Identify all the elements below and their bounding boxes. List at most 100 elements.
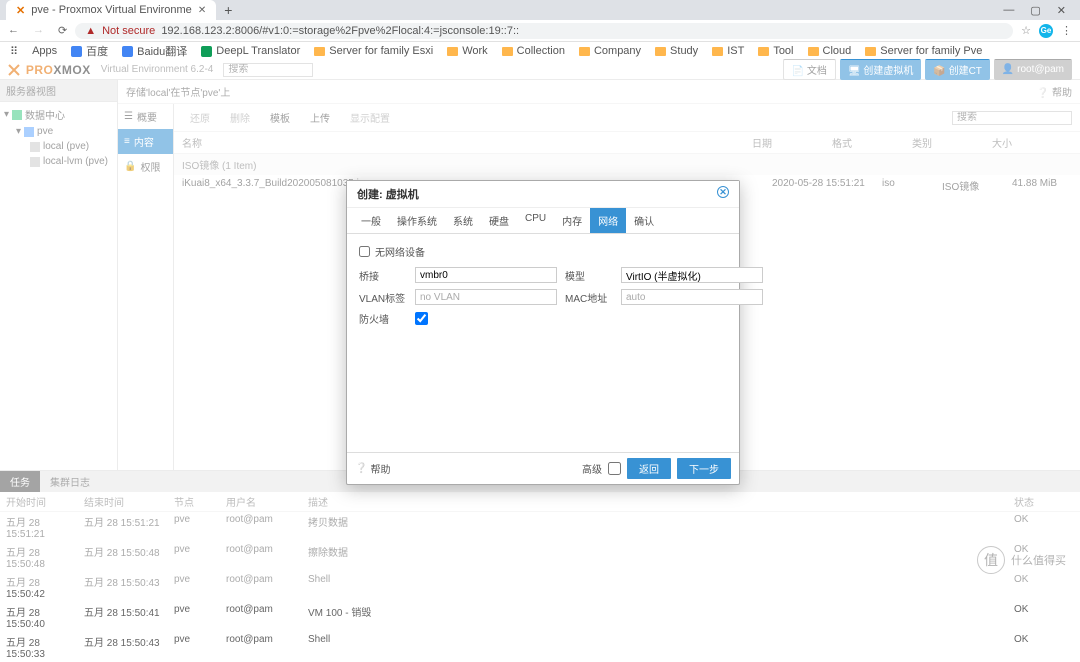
bookmark-item[interactable]: IST [712, 45, 744, 57]
storage-icon [30, 142, 40, 152]
server-icon [24, 127, 34, 137]
log-col-desc[interactable]: 描述 [308, 494, 1014, 509]
tab-memory[interactable]: 内存 [554, 208, 590, 233]
col-format[interactable]: 格式 [832, 135, 912, 150]
next-button[interactable]: 下一步 [677, 458, 731, 479]
version-label: Virtual Environment 6.2-4 [101, 64, 214, 75]
advanced-checkbox[interactable] [608, 462, 621, 475]
close-icon[interactable]: ✕ [717, 186, 729, 198]
tree-view-selector[interactable]: 服务器视图 [0, 80, 117, 102]
menu-icon[interactable]: ⋮ [1061, 24, 1072, 37]
bookmark-item[interactable]: Apps [32, 45, 57, 57]
tree-node-local[interactable]: local (pve) [2, 139, 115, 154]
nav-reload-icon[interactable]: ⟳ [58, 24, 67, 37]
tab-general[interactable]: 一般 [353, 208, 389, 233]
tab-network[interactable]: 网络 [590, 208, 626, 233]
log-row[interactable]: 五月 28 15:50:40五月 28 15:50:41pveroot@pamV… [0, 602, 1080, 632]
breadcrumb-text: 存储'local'在节点'pve'上 [126, 84, 230, 99]
address-bar[interactable]: ▲ Not secure 192.168.123.2:8006/#v1:0:=s… [75, 23, 1013, 39]
bookmark-item[interactable]: 百度 [71, 43, 108, 59]
bookmark-item[interactable]: DeepL Translator [201, 45, 300, 57]
log-row[interactable]: 五月 28 15:50:48五月 28 15:50:48pveroot@pam擦… [0, 542, 1080, 572]
tree-node-local-lvm[interactable]: local-lvm (pve) [2, 154, 115, 169]
window-close-icon[interactable]: ✕ [1057, 4, 1066, 17]
col-date[interactable]: 日期 [752, 135, 832, 150]
model-select[interactable] [621, 267, 763, 283]
vlan-label: VLAN标签 [359, 290, 409, 305]
user-menu-button[interactable]: 👤 root@pam [994, 59, 1072, 80]
tab-favicon: ✕ [16, 4, 25, 17]
subnav-summary[interactable]: ☰概要 [118, 104, 173, 129]
bridge-select[interactable] [415, 267, 557, 283]
log-col-start[interactable]: 开始时间 [6, 494, 84, 509]
log-col-status[interactable]: 状态 [1014, 494, 1074, 509]
star-icon[interactable]: ☆ [1021, 24, 1031, 37]
logo[interactable]: PROXMOX [8, 63, 91, 77]
upload-button[interactable]: 上传 [302, 108, 338, 127]
dialog-title: 创建: 虚拟机 [357, 186, 419, 202]
tab-disk[interactable]: 硬盘 [481, 208, 517, 233]
folder-icon [579, 47, 590, 56]
folder-icon [712, 47, 723, 56]
bookmark-item[interactable]: Collection [502, 45, 565, 57]
tab-system[interactable]: 系统 [445, 208, 481, 233]
bookmark-item[interactable]: Study [655, 45, 698, 57]
log-row[interactable]: 五月 28 15:50:33五月 28 15:50:43pveroot@pamS… [0, 632, 1080, 662]
subnav-permissions[interactable]: 🔒权限 [118, 154, 173, 179]
bookmark-item[interactable]: Server for family Esxi [314, 45, 433, 57]
tab-os[interactable]: 操作系统 [389, 208, 445, 233]
close-tab-icon[interactable]: ✕ [198, 5, 206, 16]
content-search-input[interactable] [952, 111, 1072, 125]
bookmark-item[interactable]: Tool [758, 45, 793, 57]
watermark-text: 什么值得买 [1011, 552, 1066, 568]
user-avatar[interactable]: Ge [1039, 24, 1053, 38]
new-tab-button[interactable]: + [224, 2, 232, 18]
mac-input[interactable] [621, 289, 763, 305]
bookmark-item[interactable]: Company [579, 45, 641, 57]
tab-cpu[interactable]: CPU [517, 208, 554, 233]
log-col-user[interactable]: 用户名 [226, 494, 308, 509]
subnav-content[interactable]: ≡内容 [118, 129, 173, 154]
log-tab-tasks[interactable]: 任务 [0, 471, 40, 492]
task-log-panel: 任务 集群日志 开始时间 结束时间 节点 用户名 描述 状态 五月 28 15:… [0, 470, 1080, 662]
log-tab-cluster[interactable]: 集群日志 [40, 471, 100, 492]
help-button[interactable]: ❔ 帮助 [1037, 84, 1072, 99]
global-search-input[interactable] [223, 63, 313, 77]
col-name[interactable]: 名称 [182, 135, 752, 150]
window-max-icon[interactable]: ▢ [1030, 4, 1040, 17]
log-row[interactable]: 五月 28 15:51:21五月 28 15:51:21pveroot@pam拷… [0, 512, 1080, 542]
templates-button[interactable]: 模板 [262, 108, 298, 127]
col-type[interactable]: 类别 [912, 135, 992, 150]
col-size[interactable]: 大小 [992, 135, 1072, 150]
log-col-node[interactable]: 节点 [174, 494, 226, 509]
docs-button[interactable]: 📄 文档 [783, 59, 836, 80]
browser-tab[interactable]: ✕ pve - Proxmox Virtual Environme ✕ [6, 0, 216, 20]
create-ct-button[interactable]: 📦 创建CT [925, 59, 990, 80]
nav-back-icon[interactable]: ← [8, 24, 19, 37]
grid-group-header[interactable]: ISO镜像 (1 Item) [174, 154, 1080, 175]
no-network-checkbox[interactable] [359, 246, 370, 257]
window-min-icon[interactable]: — [1003, 4, 1014, 17]
model-label: 模型 [565, 268, 615, 283]
help-button[interactable]: ❔帮助 [355, 461, 390, 476]
tab-confirm[interactable]: 确认 [626, 208, 662, 233]
vlan-input[interactable] [415, 289, 557, 305]
delete-button[interactable]: 删除 [222, 108, 258, 127]
show-config-button[interactable]: 显示配置 [342, 108, 398, 127]
wizard-tabs: 一般 操作系统 系统 硬盘 CPU 内存 网络 确认 [347, 208, 739, 234]
log-row[interactable]: 五月 28 15:50:42五月 28 15:50:43pveroot@pamS… [0, 572, 1080, 602]
bookmark-item[interactable]: Work [447, 45, 487, 57]
bookmark-item[interactable]: Baidu翻译 [122, 43, 187, 59]
restore-button[interactable]: 还原 [182, 108, 218, 127]
advanced-label: 高级 [582, 461, 602, 476]
bookmark-item[interactable]: Server for family Pve [865, 45, 982, 57]
create-vm-button[interactable]: 🖥 创建虚拟机 [840, 59, 921, 80]
tree-node-datacenter[interactable]: ▾数据中心 [2, 105, 115, 124]
apps-icon[interactable]: ⠿ [10, 45, 18, 58]
bookmark-item[interactable]: Cloud [808, 45, 852, 57]
log-col-end[interactable]: 结束时间 [84, 494, 174, 509]
tree-node-pve[interactable]: ▾pve [2, 124, 115, 139]
user-icon: 👤 [1002, 64, 1014, 75]
firewall-checkbox[interactable] [415, 312, 428, 325]
back-button[interactable]: 返回 [627, 458, 671, 479]
